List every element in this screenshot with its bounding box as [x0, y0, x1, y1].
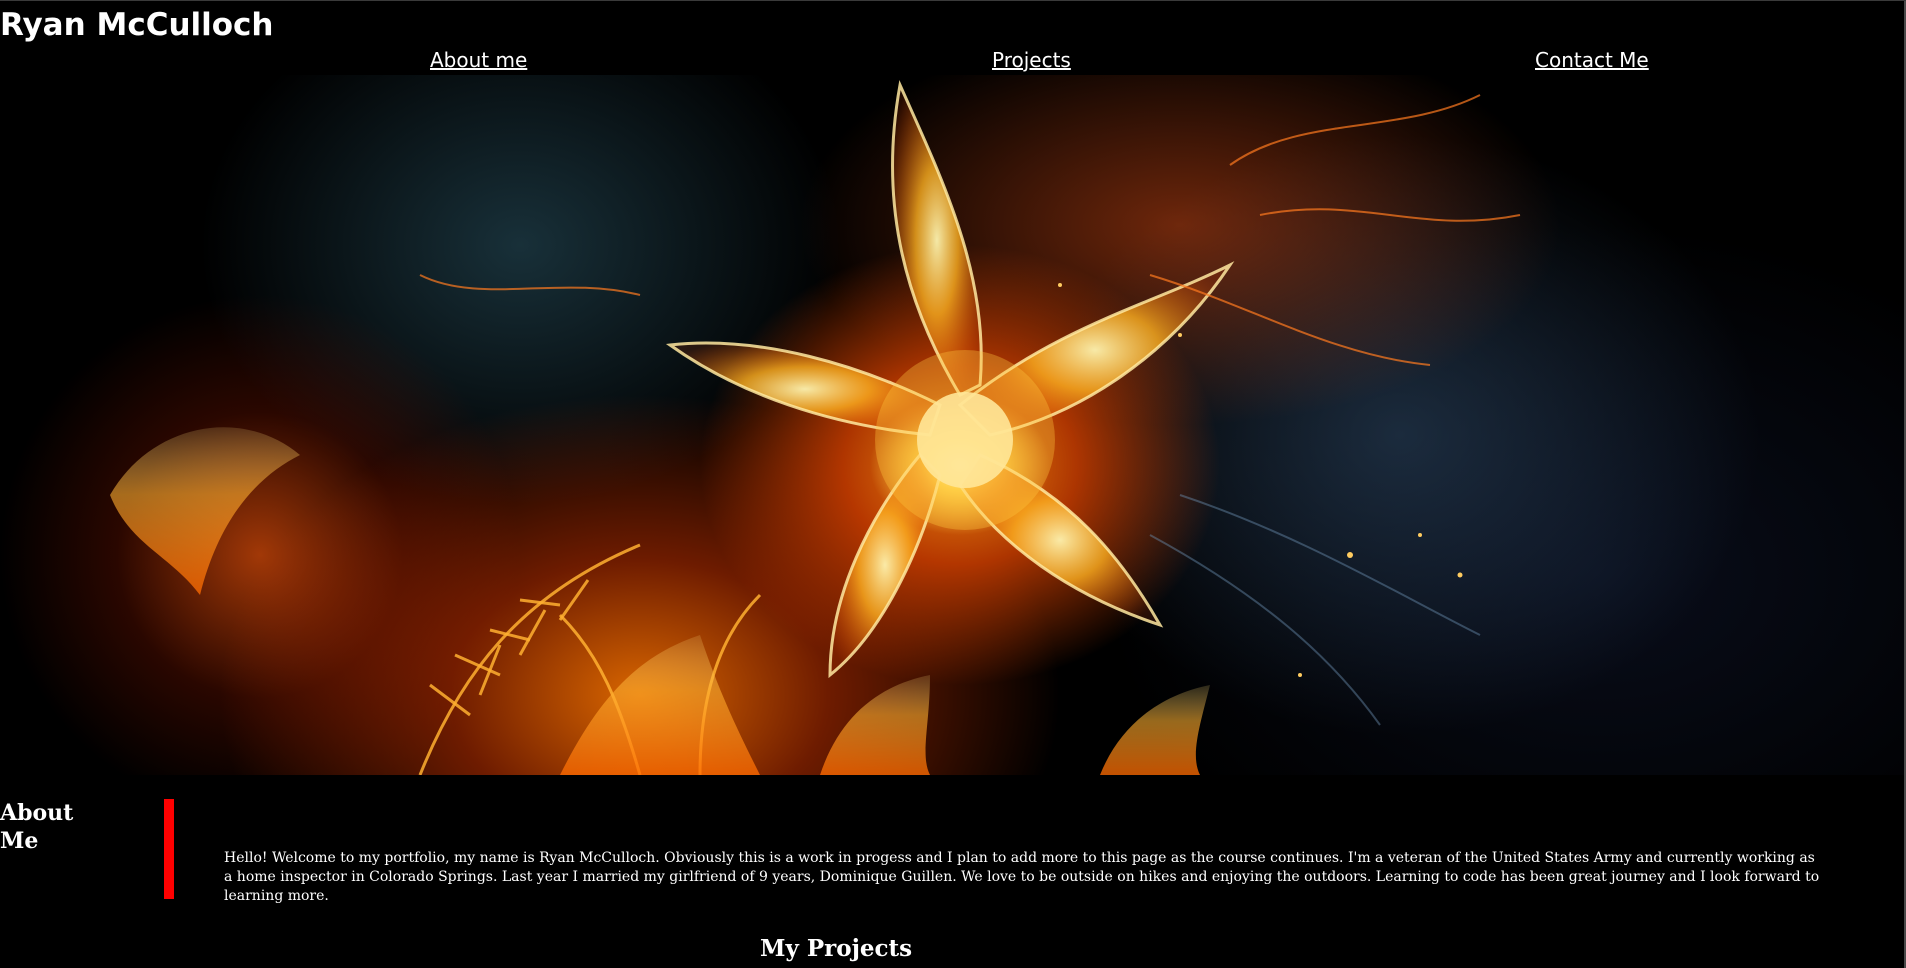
site-title: Ryan McCulloch	[0, 7, 274, 43]
nav-link-contact-me[interactable]: Contact Me	[1535, 47, 1649, 73]
nav-link-about-me[interactable]: About me	[430, 47, 527, 73]
projects-heading: My Projects	[760, 935, 913, 962]
fire-flower-illustration	[110, 79, 1521, 775]
about-accent-bar	[164, 799, 174, 899]
nav-link-projects[interactable]: Projects	[992, 47, 1071, 73]
about-heading: About Me	[0, 800, 74, 854]
portfolio-page: Ryan McCulloch About me Projects Contact…	[0, 0, 1906, 968]
about-text: Hello! Welcome to my portfolio, my name …	[224, 850, 1820, 904]
hero-fire-flower-image	[0, 75, 1906, 775]
